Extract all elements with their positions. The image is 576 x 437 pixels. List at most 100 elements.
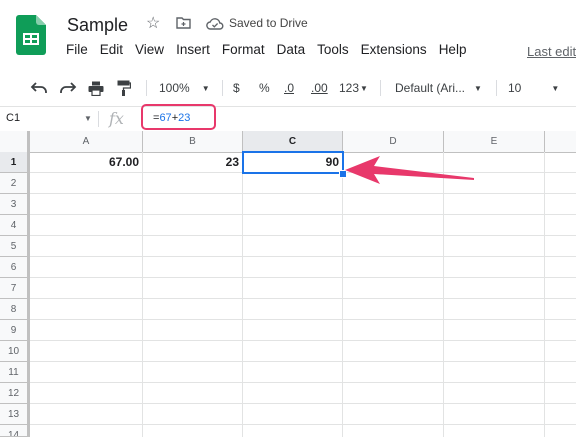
increase-decimal-button[interactable]: .00 — [311, 70, 328, 106]
zoom-select[interactable]: 100% ▼ — [159, 70, 210, 106]
gridline — [30, 256, 576, 257]
more-formats-label: 123 — [339, 81, 360, 95]
row-header-2[interactable]: 2 — [0, 173, 30, 194]
row-header-13[interactable]: 13 — [0, 404, 30, 425]
increase-decimal-label: .00 — [311, 81, 328, 95]
gridline — [30, 277, 576, 278]
print-icon — [88, 81, 104, 96]
currency-label: $ — [233, 81, 240, 95]
arrow-annotation — [345, 156, 474, 184]
chevron-down-icon: ▼ — [360, 83, 368, 93]
toolbar-separator — [380, 80, 381, 96]
font-select[interactable]: Default (Ari... ▼ — [395, 70, 482, 106]
last-edit-link[interactable]: Last edit — [527, 44, 576, 59]
menu-format[interactable]: Format — [216, 42, 271, 57]
menu-view[interactable]: View — [129, 42, 170, 57]
saved-status: Saved to Drive — [229, 16, 308, 30]
formula-highlight-annotation — [141, 104, 216, 130]
gridline — [142, 152, 143, 437]
column-header-a[interactable]: A — [30, 131, 143, 152]
column-header-d[interactable]: D — [343, 131, 444, 152]
sheets-logo[interactable] — [16, 15, 46, 55]
column-header-b[interactable]: B — [143, 131, 243, 152]
row-header-7[interactable]: 7 — [0, 278, 30, 299]
row-header-8[interactable]: 8 — [0, 299, 30, 320]
font-size-select[interactable]: 10 ▼ — [508, 70, 559, 106]
column-header-c[interactable]: C — [243, 131, 343, 152]
menu-insert[interactable]: Insert — [170, 42, 216, 57]
gridline — [30, 214, 576, 215]
cell-selection-c1[interactable] — [242, 151, 344, 174]
gridline — [30, 319, 576, 320]
gridline — [242, 152, 243, 437]
row-header-9[interactable]: 9 — [0, 320, 30, 341]
decrease-decimal-button[interactable]: .0 — [284, 70, 294, 106]
font-size-value: 10 — [508, 81, 522, 95]
redo-icon — [60, 82, 77, 93]
paint-format-button[interactable] — [117, 70, 131, 106]
row-header-1[interactable]: 1 — [0, 152, 30, 173]
row-header-5[interactable]: 5 — [0, 236, 30, 257]
row-header-4[interactable]: 4 — [0, 215, 30, 236]
menu-extensions[interactable]: Extensions — [355, 42, 433, 57]
zoom-value: 100% — [159, 81, 190, 95]
gridline — [30, 424, 576, 425]
decrease-decimal-label: .0 — [284, 81, 295, 95]
chevron-down-icon: ▼ — [474, 83, 482, 93]
currency-button[interactable]: $ — [233, 70, 240, 106]
cell-b1[interactable]: 23 — [143, 152, 242, 172]
formula-bar: C1 ▼ fx =67+23 — [0, 107, 576, 132]
gridline — [30, 403, 576, 404]
star-icon[interactable]: ☆ — [146, 15, 160, 33]
percent-button[interactable]: % — [259, 70, 270, 106]
cloud-icon[interactable] — [206, 17, 224, 30]
toolbar-separator — [146, 80, 147, 96]
chevron-down-icon[interactable]: ▼ — [84, 114, 92, 123]
cell-a1[interactable]: 67.00 — [30, 152, 142, 172]
gridline — [30, 382, 576, 383]
column-header-f[interactable] — [545, 131, 576, 152]
row-header-10[interactable]: 10 — [0, 341, 30, 362]
row-header-14[interactable]: 14 — [0, 425, 30, 437]
toolbar-separator — [222, 80, 223, 96]
font-value: Default (Ari... — [395, 81, 466, 95]
menu-tools[interactable]: Tools — [311, 42, 355, 57]
row-header-6[interactable]: 6 — [0, 257, 30, 278]
gridline — [443, 152, 444, 437]
print-button[interactable] — [88, 70, 104, 106]
column-header-e[interactable]: E — [444, 131, 545, 152]
menu-file[interactable]: File — [60, 42, 94, 57]
gridline — [30, 298, 576, 299]
select-all-corner[interactable] — [0, 131, 30, 152]
folder-icon[interactable] — [176, 17, 191, 29]
row-header-3[interactable]: 3 — [0, 194, 30, 215]
gridline — [30, 361, 576, 362]
gridline — [30, 235, 576, 236]
undo-icon — [30, 82, 47, 93]
menu-help[interactable]: Help — [433, 42, 473, 57]
chevron-down-icon: ▼ — [201, 83, 210, 93]
spreadsheet-grid[interactable]: A B C D E 1 2 3 4 5 6 7 8 9 10 11 12 13 … — [0, 131, 576, 437]
title-bar: Sample ☆ Saved to Drive File Edit View I… — [0, 0, 576, 70]
undo-button[interactable] — [30, 70, 48, 106]
percent-label: % — [259, 81, 270, 95]
fx-icon: fx — [109, 109, 124, 128]
menu-bar: File Edit View Insert Format Data Tools … — [60, 42, 472, 57]
formula-separator — [98, 111, 99, 127]
row-header-12[interactable]: 12 — [0, 383, 30, 404]
gridline — [30, 340, 576, 341]
toolbar: 100% ▼ $ % .0 .00 123 ▼ Default (Ari... … — [0, 70, 576, 107]
gridline — [30, 193, 576, 194]
toolbar-separator — [496, 80, 497, 96]
name-box[interactable]: C1 — [6, 112, 20, 124]
paint-format-icon — [117, 80, 131, 96]
row-header-11[interactable]: 11 — [0, 362, 30, 383]
gridline — [544, 152, 545, 437]
menu-data[interactable]: Data — [271, 42, 312, 57]
menu-edit[interactable]: Edit — [94, 42, 129, 57]
more-formats-button[interactable]: 123 ▼ — [339, 70, 368, 106]
chevron-down-icon: ▼ — [551, 83, 560, 93]
document-title[interactable]: Sample — [67, 15, 128, 36]
gridline — [342, 152, 343, 437]
redo-button[interactable] — [59, 70, 77, 106]
